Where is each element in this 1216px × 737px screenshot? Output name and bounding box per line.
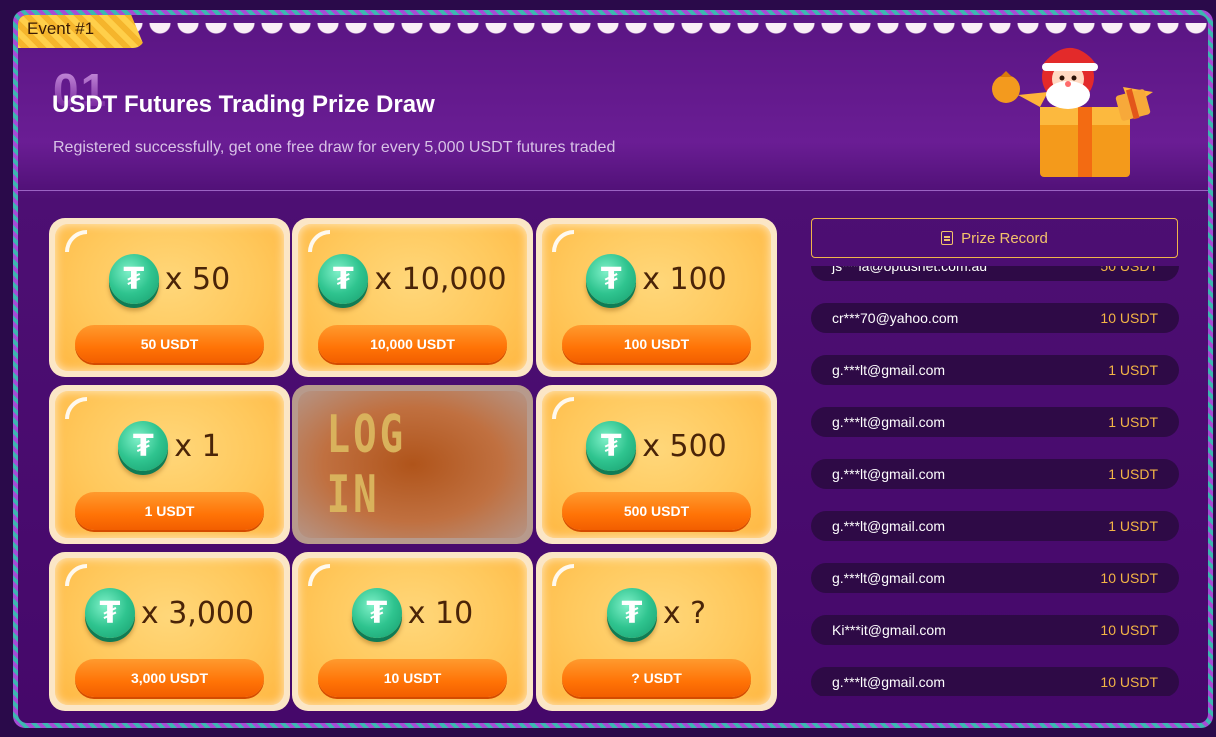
record-email: g.***lt@gmail.com — [832, 414, 946, 430]
tether-coin-icon: ₮ — [606, 588, 657, 638]
page-title: USDT Futures Trading Prize Draw — [52, 91, 435, 118]
tether-coin-icon: ₮ — [84, 588, 135, 638]
record-email: g.***lt@gmail.com — [832, 466, 946, 482]
prize-cell: ₮ x 10,000 10,000 USDT — [292, 218, 533, 377]
santa-gift-icon — [992, 47, 1153, 177]
tether-coin-icon: ₮ — [351, 588, 402, 638]
record-email: g.***lt@gmail.com — [832, 674, 946, 690]
prize-amount: x ? — [662, 595, 707, 631]
prize-cell: ₮ x 100 100 USDT — [536, 218, 777, 377]
login-label: LOG IN — [326, 404, 407, 525]
event-tab: Event #1 — [18, 15, 145, 48]
list-item: Ki***it@gmail.com 10 USDT — [811, 615, 1179, 645]
tether-coin-icon: ₮ — [108, 254, 159, 304]
record-prize: 1 USDT — [1108, 362, 1158, 378]
event-header: 01 USDT Futures Trading Prize Draw Regis… — [18, 15, 1208, 191]
list-item: g.***lt@gmail.com 1 USDT — [811, 355, 1179, 385]
prize-label: 10,000 USDT — [318, 325, 507, 363]
event-tab-label: Event #1 — [27, 19, 95, 38]
prize-cell: ₮ x 50 50 USDT — [49, 218, 290, 377]
prize-record-button[interactable]: Prize Record — [811, 218, 1178, 258]
record-email: js***la@optusnet.com.au — [832, 266, 988, 274]
event-card: 01 USDT Futures Trading Prize Draw Regis… — [13, 10, 1213, 728]
prize-label: ? USDT — [562, 659, 751, 697]
prize-cell: ₮ x ? ? USDT — [536, 552, 777, 711]
event-card-inner: 01 USDT Futures Trading Prize Draw Regis… — [18, 15, 1208, 723]
prize-amount: x 1 — [174, 428, 221, 464]
prize-label: 500 USDT — [562, 492, 751, 530]
list-item: g.***lt@gmail.com 1 USDT — [811, 511, 1179, 541]
prize-cell: ₮ x 500 500 USDT — [536, 385, 777, 544]
prize-cell: ₮ x 10 10 USDT — [292, 552, 533, 711]
prize-label: 3,000 USDT — [75, 659, 264, 697]
list-item: cr***70@yahoo.com 10 USDT — [811, 303, 1179, 333]
prize-label: 10 USDT — [318, 659, 507, 697]
list-item: g.***lt@gmail.com 1 USDT — [811, 407, 1179, 437]
list-item: js***la@optusnet.com.au 50 USDT — [811, 266, 1179, 281]
document-icon — [941, 231, 954, 245]
prize-amount: x 500 — [642, 428, 727, 464]
record-email: g.***lt@gmail.com — [832, 570, 946, 586]
list-item: g.***lt@gmail.com 10 USDT — [811, 667, 1179, 696]
prize-label: 1 USDT — [75, 492, 264, 530]
prize-amount: x 10 — [407, 595, 474, 631]
prize-amount: x 3,000 — [140, 595, 255, 631]
record-prize: 1 USDT — [1108, 518, 1158, 534]
tether-coin-icon: ₮ — [318, 254, 369, 304]
prize-label: 50 USDT — [75, 325, 264, 363]
prize-record-label: Prize Record — [961, 229, 1048, 247]
tether-coin-icon: ₮ — [118, 421, 169, 471]
record-email: g.***lt@gmail.com — [832, 362, 946, 378]
prize-record-list[interactable]: js***la@optusnet.com.au 50 USDT cr***70@… — [811, 266, 1179, 696]
record-prize: 10 USDT — [1100, 674, 1158, 690]
record-prize: 1 USDT — [1108, 466, 1158, 482]
record-prize: 50 USDT — [1100, 266, 1158, 274]
record-prize: 10 USDT — [1100, 570, 1158, 586]
prize-cell: ₮ x 1 1 USDT — [49, 385, 290, 544]
record-email: g.***lt@gmail.com — [832, 518, 946, 534]
prize-label: 100 USDT — [562, 325, 751, 363]
record-email: cr***70@yahoo.com — [832, 310, 959, 326]
page-subtitle: Registered successfully, get one free dr… — [53, 139, 616, 156]
tether-coin-icon: ₮ — [586, 421, 637, 471]
login-button[interactable]: LOG IN — [292, 385, 533, 544]
prize-amount: x 100 — [642, 261, 727, 297]
prize-amount: x 10,000 — [374, 261, 507, 297]
prize-cell: ₮ x 3,000 3,000 USDT — [49, 552, 290, 711]
tether-coin-icon: ₮ — [586, 254, 637, 304]
list-item: g.***lt@gmail.com 1 USDT — [811, 459, 1179, 489]
prize-amount: x 50 — [164, 261, 231, 297]
record-prize: 1 USDT — [1108, 414, 1158, 430]
record-prize: 10 USDT — [1100, 310, 1158, 326]
record-email: Ki***it@gmail.com — [832, 622, 946, 638]
list-item: g.***lt@gmail.com 10 USDT — [811, 563, 1179, 593]
record-prize: 10 USDT — [1100, 622, 1158, 638]
